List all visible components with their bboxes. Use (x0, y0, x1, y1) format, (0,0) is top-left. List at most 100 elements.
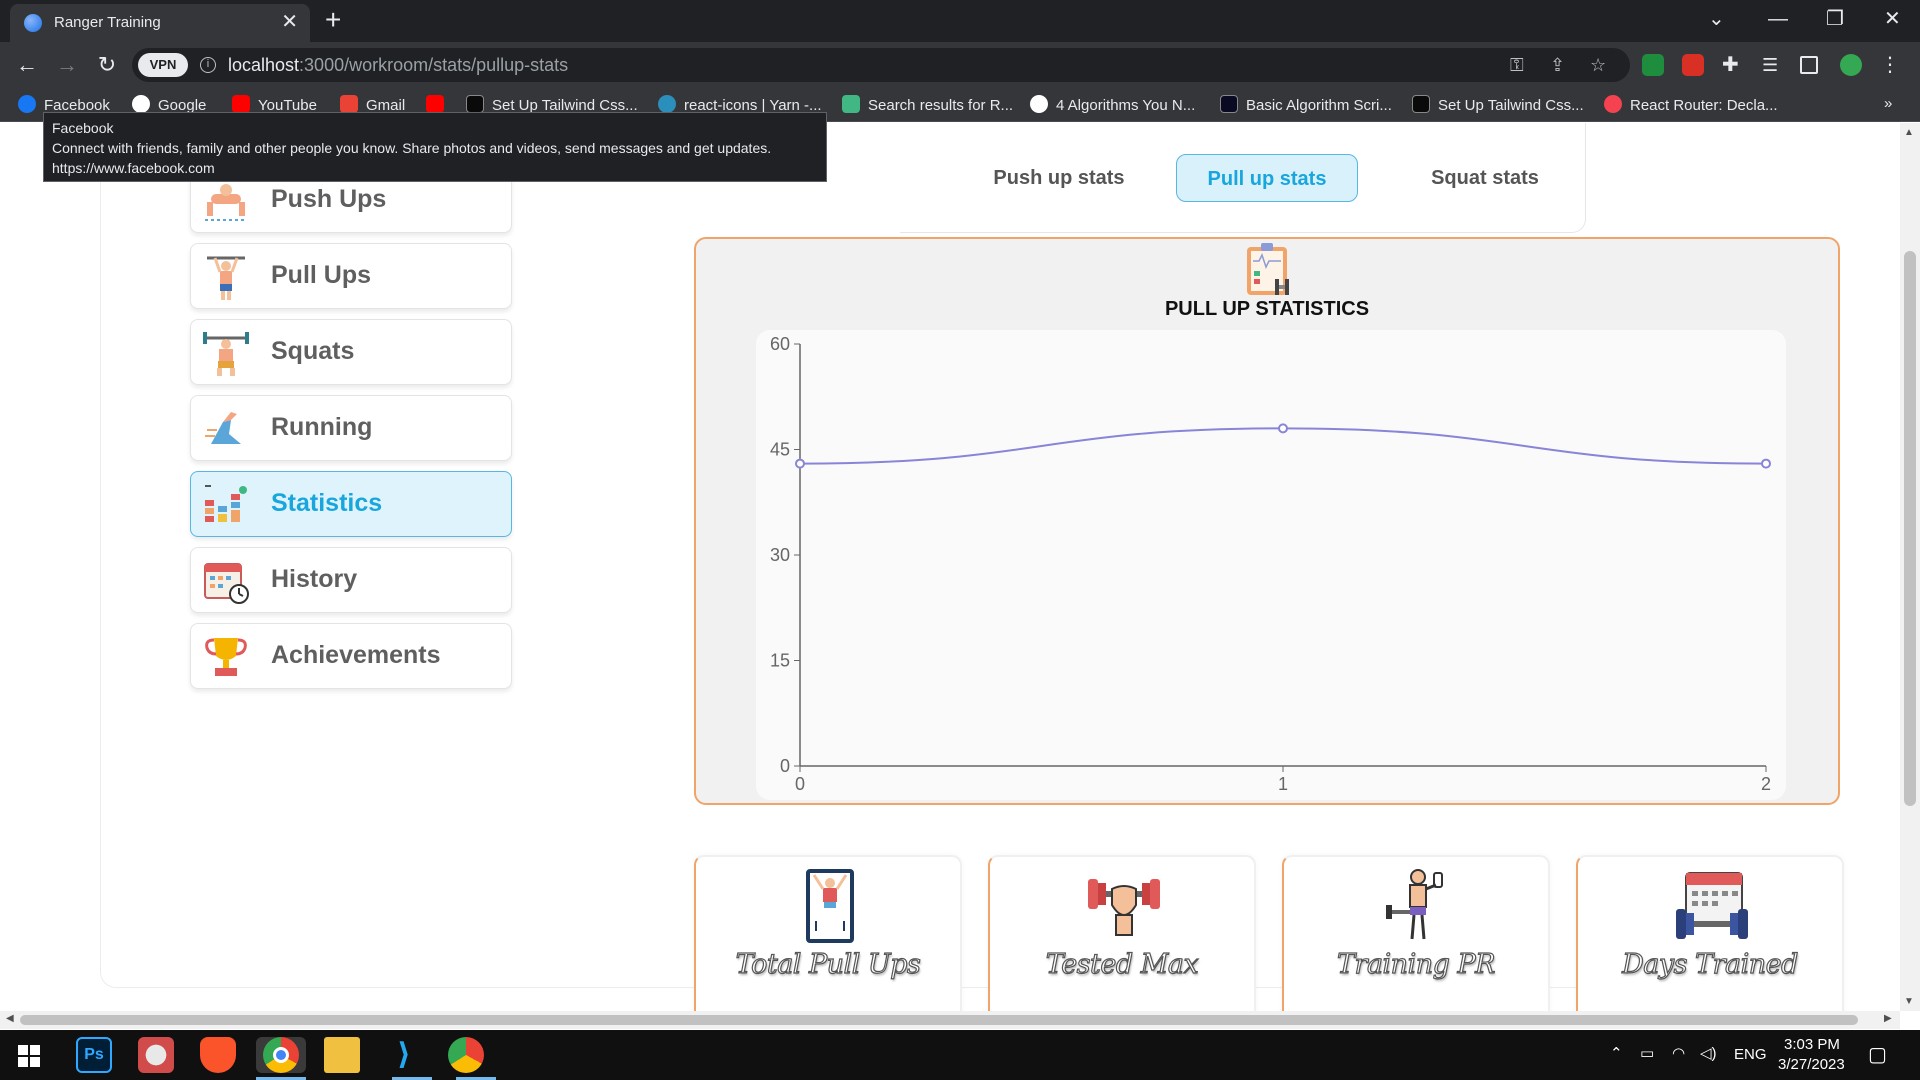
tooltip-url: https://www.facebook.com (52, 160, 215, 176)
bookmark-basic-algorithm[interactable]: Basic Algorithm Scri... (1220, 95, 1392, 114)
chrome-active-slot[interactable] (256, 1037, 306, 1073)
brave-icon[interactable] (200, 1037, 236, 1073)
lock-extension-icon[interactable] (1642, 54, 1664, 76)
sidebar-item-history[interactable]: History (190, 547, 512, 613)
horizontal-scrollbar[interactable]: ◀ ▶ (0, 1011, 1900, 1029)
sidebar-item-running[interactable]: Running (190, 395, 512, 461)
bookmark-label: Set Up Tailwind Css... (1438, 97, 1584, 114)
youtube-icon (426, 95, 444, 113)
volume-icon[interactable]: ◁) (1700, 1044, 1717, 1062)
react-router-icon (1604, 95, 1622, 113)
close-tab-icon[interactable]: ✕ (281, 11, 298, 33)
data-point (795, 458, 805, 469)
tab-search-icon[interactable]: ⌄ (1708, 6, 1725, 32)
minimize-button[interactable]: — (1768, 6, 1788, 32)
dev-icon (466, 95, 484, 113)
scroll-right-arrow-icon[interactable]: ▶ (1884, 1013, 1892, 1024)
stats-tab-bar: Push up stats Pull up stats Squat stats (900, 123, 1586, 233)
extensions-puzzle-icon[interactable]: ✚ (1722, 54, 1744, 76)
browser-menu-icon[interactable]: ⋮ (1880, 54, 1902, 76)
bookmark-dev-tailwind-2[interactable]: Set Up Tailwind Css... (1412, 95, 1584, 114)
extension-red-icon[interactable] (1682, 54, 1704, 76)
wifi-icon[interactable]: ◠ (1672, 1044, 1685, 1062)
data-point (1278, 423, 1288, 434)
new-tab-button[interactable]: + (325, 5, 341, 35)
tab-push-up-stats[interactable]: Push up stats (960, 154, 1158, 202)
sidebar-item-achievements[interactable]: Achievements (190, 623, 512, 689)
restore-button[interactable]: ❐ (1826, 6, 1844, 32)
x-tick-label: 0 (795, 774, 805, 794)
chart-title: PULL UP STATISTICS (1164, 298, 1370, 320)
calendar-dumbbell-icon (1676, 872, 1748, 939)
bookmark-search-results[interactable]: Search results for R... (842, 95, 1013, 114)
vertical-scrollbar[interactable]: ▲ ▼ (1900, 123, 1920, 1011)
clock-time[interactable]: 3:03 PM (1784, 1036, 1840, 1053)
vue-icon (842, 95, 860, 113)
bookmark-label: Search results for R... (868, 97, 1014, 114)
reading-list-icon[interactable]: ☰ (1762, 54, 1784, 76)
lifter-icon (1386, 869, 1443, 940)
close-window-button[interactable]: ✕ (1884, 6, 1901, 32)
photoshop-icon[interactable]: Ps (76, 1037, 112, 1073)
file-explorer-icon[interactable] (324, 1037, 360, 1073)
bookmark-react-router[interactable]: React Router: Decla... (1604, 95, 1778, 114)
tab-squat-stats[interactable]: Squat stats (1394, 154, 1576, 202)
sidebar-item-label: Push Ups (271, 185, 387, 213)
tooltip-description: Connect with friends, family and other p… (52, 140, 772, 156)
sidebar-item-pull-ups[interactable]: Pull Ups (190, 243, 512, 309)
side-panel-icon[interactable] (1800, 56, 1818, 74)
freecodecamp-icon (1220, 95, 1238, 113)
vpn-badge[interactable]: VPN (138, 53, 188, 77)
profile-avatar-icon[interactable] (1840, 54, 1862, 76)
scroll-left-arrow-icon[interactable]: ◀ (6, 1013, 14, 1024)
horizontal-scroll-thumb[interactable] (20, 1015, 1858, 1025)
data-point (1761, 458, 1771, 469)
history-icon (204, 563, 249, 604)
snipping-tool-icon[interactable] (138, 1037, 174, 1073)
scroll-down-arrow-icon[interactable]: ▼ (1904, 996, 1914, 1007)
google-icon (132, 95, 150, 113)
metric-card-days-trained: Days Trained (1576, 855, 1844, 1011)
youtube-icon (232, 95, 250, 113)
key-icon[interactable]: ⚿ (1510, 53, 1524, 77)
chrome-profile-icon[interactable] (448, 1037, 484, 1073)
globe-icon (24, 14, 42, 32)
pull-up-statistics-card: PULL UP STATISTICS 0 15 30 45 60 0 1 2 (694, 237, 1840, 805)
x-tick-label: 2 (1761, 774, 1771, 794)
dev-icon (1412, 95, 1430, 113)
line-chart: 0 15 30 45 60 0 1 2 (770, 334, 1771, 794)
language-indicator[interactable]: ENG (1734, 1046, 1767, 1063)
share-icon[interactable]: ⇪ (1550, 53, 1565, 77)
forward-button[interactable]: → (52, 50, 82, 80)
sidebar-item-squats[interactable]: Squats (190, 319, 512, 385)
reload-button[interactable]: ↻ (92, 50, 122, 80)
tab-pull-up-stats[interactable]: Pull up stats (1176, 154, 1358, 202)
sidebar-item-label: History (271, 565, 358, 593)
browser-tab[interactable]: Ranger Training ✕ (10, 4, 310, 42)
running-icon (205, 412, 241, 444)
address-bar[interactable]: VPN i localhost:3000/workroom/stats/pull… (132, 48, 1630, 82)
vertical-scroll-thumb[interactable] (1904, 251, 1916, 806)
bookmark-4-algorithms[interactable]: 4 Algorithms You N... (1030, 95, 1195, 114)
url-host: localhost (228, 55, 300, 75)
battery-icon[interactable]: ▭ (1640, 1044, 1654, 1062)
pull-ups-icon (207, 256, 245, 300)
sidebar-item-statistics[interactable]: Statistics (190, 471, 512, 537)
bookmark-label: React Router: Decla... (1630, 97, 1778, 114)
x-tick-label: 1 (1278, 774, 1288, 794)
url-path: :3000/workroom/stats/pullup-stats (299, 55, 569, 75)
scroll-up-arrow-icon[interactable]: ▲ (1904, 127, 1914, 138)
clock-date[interactable]: 3/27/2023 (1778, 1056, 1845, 1073)
metric-label: Days Trained (1622, 948, 1799, 980)
more-bookmarks-icon[interactable]: » (1884, 95, 1892, 112)
url-text[interactable]: localhost:3000/workroom/stats/pullup-sta… (228, 55, 568, 76)
show-hidden-icons[interactable]: ⌃ (1610, 1044, 1623, 1062)
notifications-icon[interactable]: ▢ (1868, 1042, 1887, 1067)
windows-start-icon[interactable] (18, 1045, 40, 1067)
medium-icon (1030, 95, 1048, 113)
bookmark-star-icon[interactable]: ☆ (1590, 53, 1606, 77)
back-button[interactable]: ← (12, 50, 42, 80)
trophy-icon (205, 638, 247, 676)
site-info-icon[interactable]: i (200, 57, 216, 73)
vscode-icon[interactable]: ⟩ (386, 1037, 422, 1073)
